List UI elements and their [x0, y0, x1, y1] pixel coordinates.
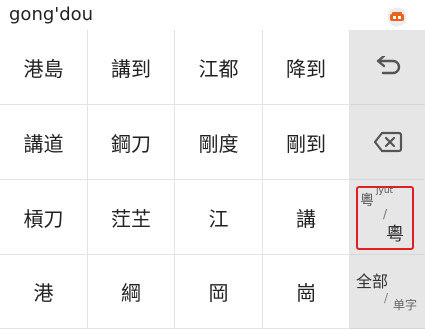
- candidate-cell[interactable]: 剛度: [175, 105, 263, 180]
- candidate-text: 剛到: [286, 131, 326, 156]
- return-arrow-icon: [373, 56, 403, 78]
- candidate-cell[interactable]: 茳芏: [88, 180, 175, 255]
- candidate-text: 鋼刀: [111, 131, 151, 156]
- all-label: 全部: [356, 272, 389, 291]
- candidate-text: 槓刀: [23, 206, 64, 231]
- candidate-text: 剛度: [198, 131, 239, 156]
- candidate-text: 講道: [23, 131, 64, 156]
- candidate-grid: 港島 講到 江都 降到 講道 鋼刀 剛度 剛到 槓刀 茳芏 江 講 港 綱 岡 …: [0, 30, 425, 329]
- candidate-text: 講到: [111, 56, 151, 81]
- candidate-cell[interactable]: 槓刀: [0, 180, 88, 255]
- ime-keyboard: gong'dou 港島 講到 江都 降到 講道 鋼刀 剛度 剛到 槓刀 茳芏 江…: [0, 0, 425, 329]
- mode-top-label: 粵: [360, 193, 374, 209]
- candidate-cell[interactable]: 江都: [175, 30, 263, 105]
- candidate-cell[interactable]: 綱: [88, 255, 175, 329]
- candidate-text: 崗: [296, 281, 316, 305]
- candidate-text: 綱: [121, 281, 141, 305]
- single-char-label: 单字: [393, 298, 418, 312]
- candidate-text: 降到: [286, 56, 326, 81]
- candidate-cell[interactable]: 崗: [263, 255, 350, 329]
- mode-slash: /: [383, 207, 388, 221]
- candidate-text: 港島: [23, 56, 64, 81]
- backspace-icon: [373, 131, 403, 153]
- candidate-text: 江: [208, 206, 229, 231]
- all-single-toggle-button[interactable]: 全部 / 单字: [350, 255, 425, 329]
- language-mode-button[interactable]: 粵 jyut / 粵: [350, 180, 425, 255]
- candidate-cell[interactable]: 降到: [263, 30, 350, 105]
- candidate-text: 岡: [208, 281, 229, 305]
- candidate-cell[interactable]: 剛到: [263, 105, 350, 180]
- backspace-button[interactable]: [350, 105, 425, 180]
- candidate-text: 江都: [198, 56, 239, 81]
- enter-button[interactable]: [350, 30, 425, 105]
- mode-romanization-label: jyut: [376, 186, 394, 196]
- candidate-cell[interactable]: 講: [263, 180, 350, 255]
- composition-bar: gong'dou: [0, 0, 425, 30]
- candidate-cell[interactable]: 講道: [0, 105, 88, 180]
- all-slash: /: [384, 291, 389, 305]
- candidate-cell[interactable]: 鋼刀: [88, 105, 175, 180]
- mode-bottom-label: 粵: [386, 224, 404, 245]
- candidate-cell[interactable]: 港: [0, 255, 88, 329]
- candidate-cell[interactable]: 江: [175, 180, 263, 255]
- candidate-text: 茳芏: [111, 206, 151, 231]
- candidate-text: 港: [33, 281, 54, 305]
- candidate-cell[interactable]: 講到: [88, 30, 175, 105]
- candidate-cell[interactable]: 岡: [175, 255, 263, 329]
- ime-app-logo-icon[interactable]: [387, 7, 407, 27]
- composition-text: gong'dou: [9, 4, 94, 25]
- candidate-text: 講: [296, 206, 316, 231]
- candidate-cell[interactable]: 港島: [0, 30, 88, 105]
